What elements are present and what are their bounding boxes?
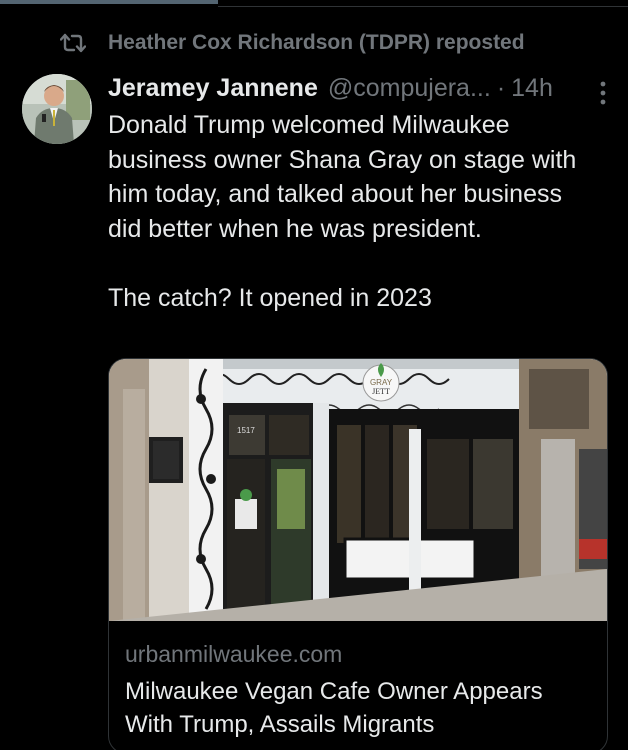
repost-icon <box>60 32 86 54</box>
author-handle[interactable]: @compujera... <box>328 74 491 103</box>
scroll-indicator <box>0 0 218 4</box>
logo-text-2: JETT <box>372 387 390 396</box>
separator-dot: · <box>496 73 506 102</box>
more-icon[interactable] <box>598 80 608 106</box>
timestamp[interactable]: 14h <box>511 74 553 103</box>
tweet-page: Heather Cox Richardson (TDPR) reposted J… <box>0 0 628 750</box>
link-card[interactable]: GRAY JETT 1517 urbanmilwaukee.com Milwau… <box>108 358 608 750</box>
repost-banner[interactable]: Heather Cox Richardson (TDPR) reposted <box>60 28 525 58</box>
repost-label: Heather Cox Richardson (TDPR) reposted <box>108 31 525 54</box>
logo-text-1: GRAY <box>370 378 393 387</box>
author-name[interactable]: Jeramey Jannene <box>108 74 318 103</box>
avatar[interactable] <box>22 74 92 144</box>
card-domain: urbanmilwaukee.com <box>125 641 343 667</box>
card-image: GRAY JETT 1517 <box>109 359 607 621</box>
tweet-text: Donald Trump welcomed Milwaukee business… <box>108 111 577 312</box>
divider <box>218 6 628 7</box>
storefront-number: 1517 <box>237 426 255 435</box>
card-title: Milwaukee Vegan Cafe Owner Appears With … <box>125 678 543 738</box>
tweet-header: Jeramey Jannene @compujera... · 14h <box>108 70 608 106</box>
